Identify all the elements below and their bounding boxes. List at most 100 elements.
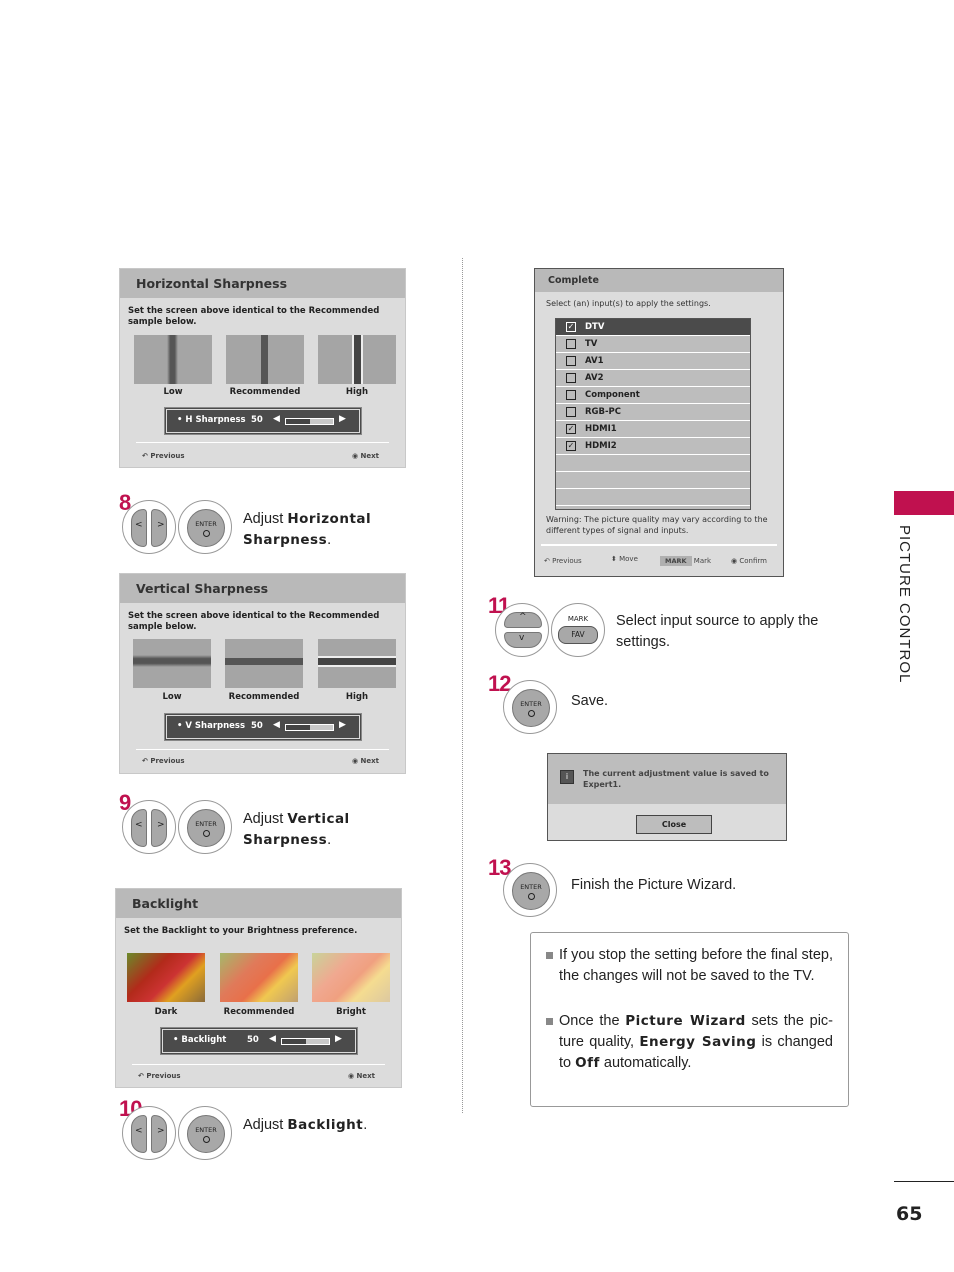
input-list-item	[556, 489, 750, 506]
slider-fill	[282, 1039, 306, 1044]
mark-label: MARK	[567, 615, 589, 623]
left-right-button[interactable]: < >	[122, 1106, 176, 1160]
enter-icon: ◉	[352, 452, 359, 460]
previous-button[interactable]: ↶ Previous	[544, 557, 582, 565]
arrow-right-icon[interactable]: ▶	[339, 720, 346, 730]
slider-track[interactable]	[285, 418, 334, 425]
checkbox-checked-icon[interactable]: ✓	[566, 322, 576, 332]
chevron-left-icon: <	[135, 1126, 143, 1136]
up-down-button[interactable]: ^ v	[495, 603, 549, 657]
input-list-item[interactable]: AV1	[556, 353, 750, 370]
next-button[interactable]: ◉ Next	[352, 452, 379, 460]
checkbox-icon[interactable]	[566, 390, 576, 400]
h-sharpness-slider[interactable]: • H Sharpness 50 ◀ ▶	[164, 407, 362, 435]
sample-recommended	[225, 639, 303, 688]
left-right-button[interactable]: < >	[122, 500, 176, 554]
left-arrow-button[interactable]: <	[131, 509, 147, 547]
checkbox-icon[interactable]	[566, 373, 576, 383]
panel-description: Set the screen above identical to the Re…	[128, 306, 380, 327]
move-label: Move	[619, 555, 638, 563]
previous-button[interactable]: ↶ Previous	[142, 452, 185, 460]
mark-fav-button[interactable]: MARK FAV	[551, 603, 605, 657]
footer-separator	[132, 1064, 385, 1065]
page-rule	[894, 1181, 954, 1182]
enter-icon: ◉	[352, 757, 359, 765]
up-arrow-button[interactable]: ^	[504, 612, 542, 628]
info-icon: i	[560, 770, 574, 784]
next-button[interactable]: ◉ Next	[348, 1072, 375, 1080]
input-list-item[interactable]: ✓ HDMI2	[556, 438, 750, 455]
mark-button[interactable]: MARK Mark	[660, 556, 712, 566]
note-bold: Picture Wizard	[625, 1013, 746, 1029]
left-arrow-button[interactable]: <	[131, 1115, 147, 1153]
sample-label-bright: Bright	[336, 1007, 366, 1017]
enter-button[interactable]: ENTER	[178, 500, 232, 554]
checkbox-icon[interactable]	[566, 339, 576, 349]
step-instruction: Finish the Picture Wizard.	[571, 877, 737, 893]
input-list-item[interactable]: TV	[556, 336, 750, 353]
move-hint: ⬍ Move	[611, 555, 638, 563]
arrow-left-icon[interactable]: ◀	[273, 414, 280, 424]
previous-label: Previous	[150, 452, 185, 460]
left-arrow-button[interactable]: <	[131, 809, 147, 847]
previous-button[interactable]: ↶ Previous	[138, 1072, 181, 1080]
sample-label-recommended: Recommended	[228, 692, 300, 702]
bullet-icon	[546, 952, 553, 959]
v-sharpness-slider[interactable]: • V Sharpness 50 ◀ ▶	[164, 713, 362, 741]
arrow-left-icon[interactable]: ◀	[269, 1034, 276, 1044]
arrow-right-icon[interactable]: ▶	[335, 1034, 342, 1044]
step-instruction: Adjust Horizontal Sharpness.	[243, 509, 393, 551]
input-label: AV1	[585, 356, 604, 366]
enter-label: ENTER	[195, 1126, 217, 1134]
enter-button[interactable]: ENTER	[178, 1106, 232, 1160]
enter-label: ENTER	[195, 820, 217, 828]
step-instruction: Adjust Backlight.	[243, 1115, 403, 1136]
down-arrow-button[interactable]: v	[504, 632, 542, 648]
previous-label: Previous	[552, 557, 582, 565]
right-arrow-button[interactable]: >	[151, 809, 167, 847]
step-instruction: Save.	[571, 693, 609, 709]
enter-label: ENTER	[520, 700, 542, 708]
sample-label-low: Low	[162, 692, 182, 702]
enter-button[interactable]: ENTER	[503, 863, 557, 917]
sample-recommended	[220, 953, 298, 1002]
sample-label-high: High	[345, 387, 369, 397]
checkbox-icon[interactable]	[566, 407, 576, 417]
right-arrow-button[interactable]: >	[151, 509, 167, 547]
previous-button[interactable]: ↶ Previous	[142, 757, 185, 765]
input-list-item[interactable]: ✓ DTV	[556, 319, 750, 336]
mark-label: Mark	[693, 557, 712, 565]
slider-track[interactable]	[281, 1038, 330, 1045]
instruction-bold: Backlight	[287, 1117, 364, 1133]
sample-label-dark: Dark	[154, 1007, 178, 1017]
next-label: Next	[356, 1072, 376, 1080]
h-sharpness-panel: Horizontal Sharpness Set the screen abov…	[119, 268, 406, 468]
footer-separator	[136, 749, 389, 750]
close-button[interactable]: Close	[636, 815, 712, 834]
input-list-item[interactable]: AV2	[556, 370, 750, 387]
footer-separator	[136, 442, 389, 443]
input-list-item[interactable]: RGB-PC	[556, 404, 750, 421]
backlight-slider[interactable]: • Backlight 50 ◀ ▶	[160, 1027, 358, 1055]
input-label: AV2	[585, 373, 604, 383]
slider-track[interactable]	[285, 724, 334, 731]
confirm-button[interactable]: ◉ Confirm	[731, 557, 767, 565]
input-list-item[interactable]: ✓ HDMI1	[556, 421, 750, 438]
right-arrow-button[interactable]: >	[151, 1115, 167, 1153]
input-label: Component	[585, 390, 640, 400]
arrow-left-icon[interactable]: ◀	[273, 720, 280, 730]
return-icon: ↶	[138, 1072, 144, 1080]
checkbox-icon[interactable]	[566, 356, 576, 366]
input-label: TV	[585, 339, 598, 349]
left-right-button[interactable]: < >	[122, 800, 176, 854]
instruction-suffix: .	[327, 832, 332, 848]
previous-label: Previous	[146, 1072, 181, 1080]
next-button[interactable]: ◉ Next	[352, 757, 379, 765]
enter-button[interactable]: ENTER	[503, 680, 557, 734]
checkbox-checked-icon[interactable]: ✓	[566, 441, 576, 451]
input-list-item[interactable]: Component	[556, 387, 750, 404]
arrow-right-icon[interactable]: ▶	[339, 414, 346, 424]
checkbox-checked-icon[interactable]: ✓	[566, 424, 576, 434]
enter-button[interactable]: ENTER	[178, 800, 232, 854]
slider-value: 50	[251, 415, 263, 425]
